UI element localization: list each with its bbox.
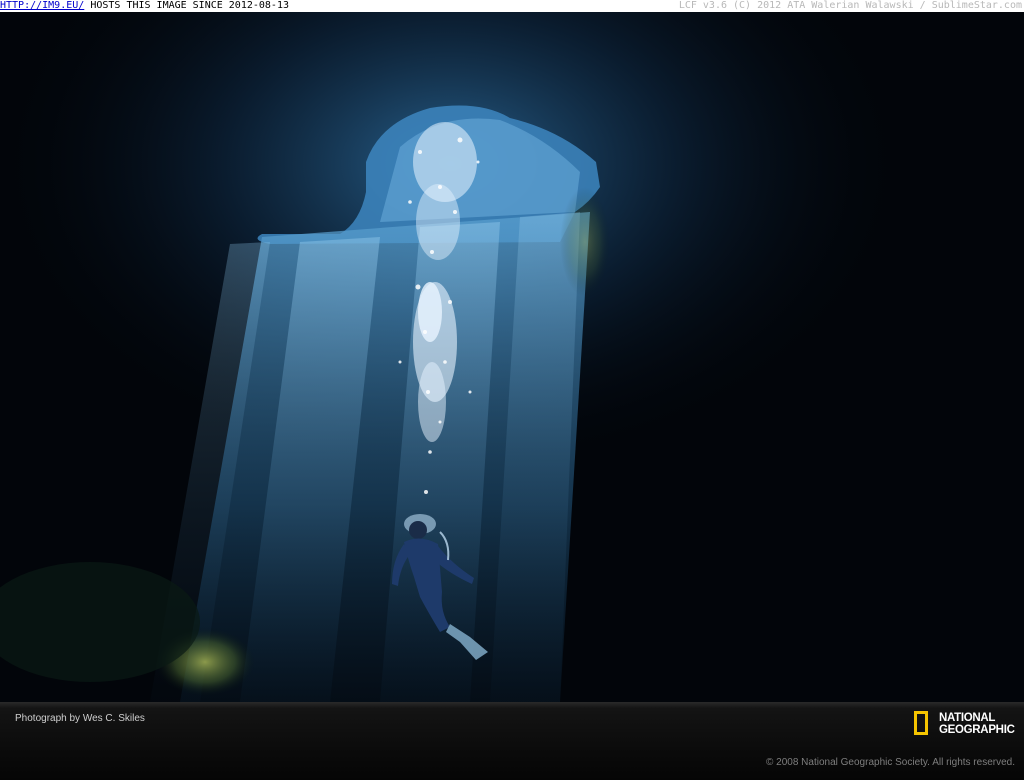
logo-wordmark: NATIONAL GEOGRAPHIC <box>939 712 1015 736</box>
photo-illustration <box>0 12 1024 702</box>
host-since-text: HOSTS THIS IMAGE SINCE 2012-08-13 <box>84 0 289 11</box>
underwater-cave-photo <box>0 12 1024 702</box>
photo-credit: Photograph by Wes C. Skiles <box>15 713 145 724</box>
host-bar: HTTP://IM9.EU/ HOSTS THIS IMAGE SINCE 20… <box>0 0 1024 12</box>
yellow-frame-icon <box>914 711 928 735</box>
copyright-notice: © 2008 National Geographic Society. All … <box>766 757 1015 768</box>
host-bar-left: HTTP://IM9.EU/ HOSTS THIS IMAGE SINCE 20… <box>0 0 289 12</box>
national-geographic-logo: NATIONAL GEOGRAPHIC <box>914 711 1018 743</box>
host-bar-credit: LCF v3.6 (C) 2012 ATA Walerian Walawski … <box>678 0 1022 11</box>
logo-line-1: NATIONAL <box>939 712 996 724</box>
caption-bar: Photograph by Wes C. Skiles NATIONAL GEO… <box>0 702 1024 780</box>
logo-line-2: GEOGRAPHIC <box>939 724 1015 736</box>
host-link[interactable]: HTTP://IM9.EU/ <box>0 0 84 11</box>
